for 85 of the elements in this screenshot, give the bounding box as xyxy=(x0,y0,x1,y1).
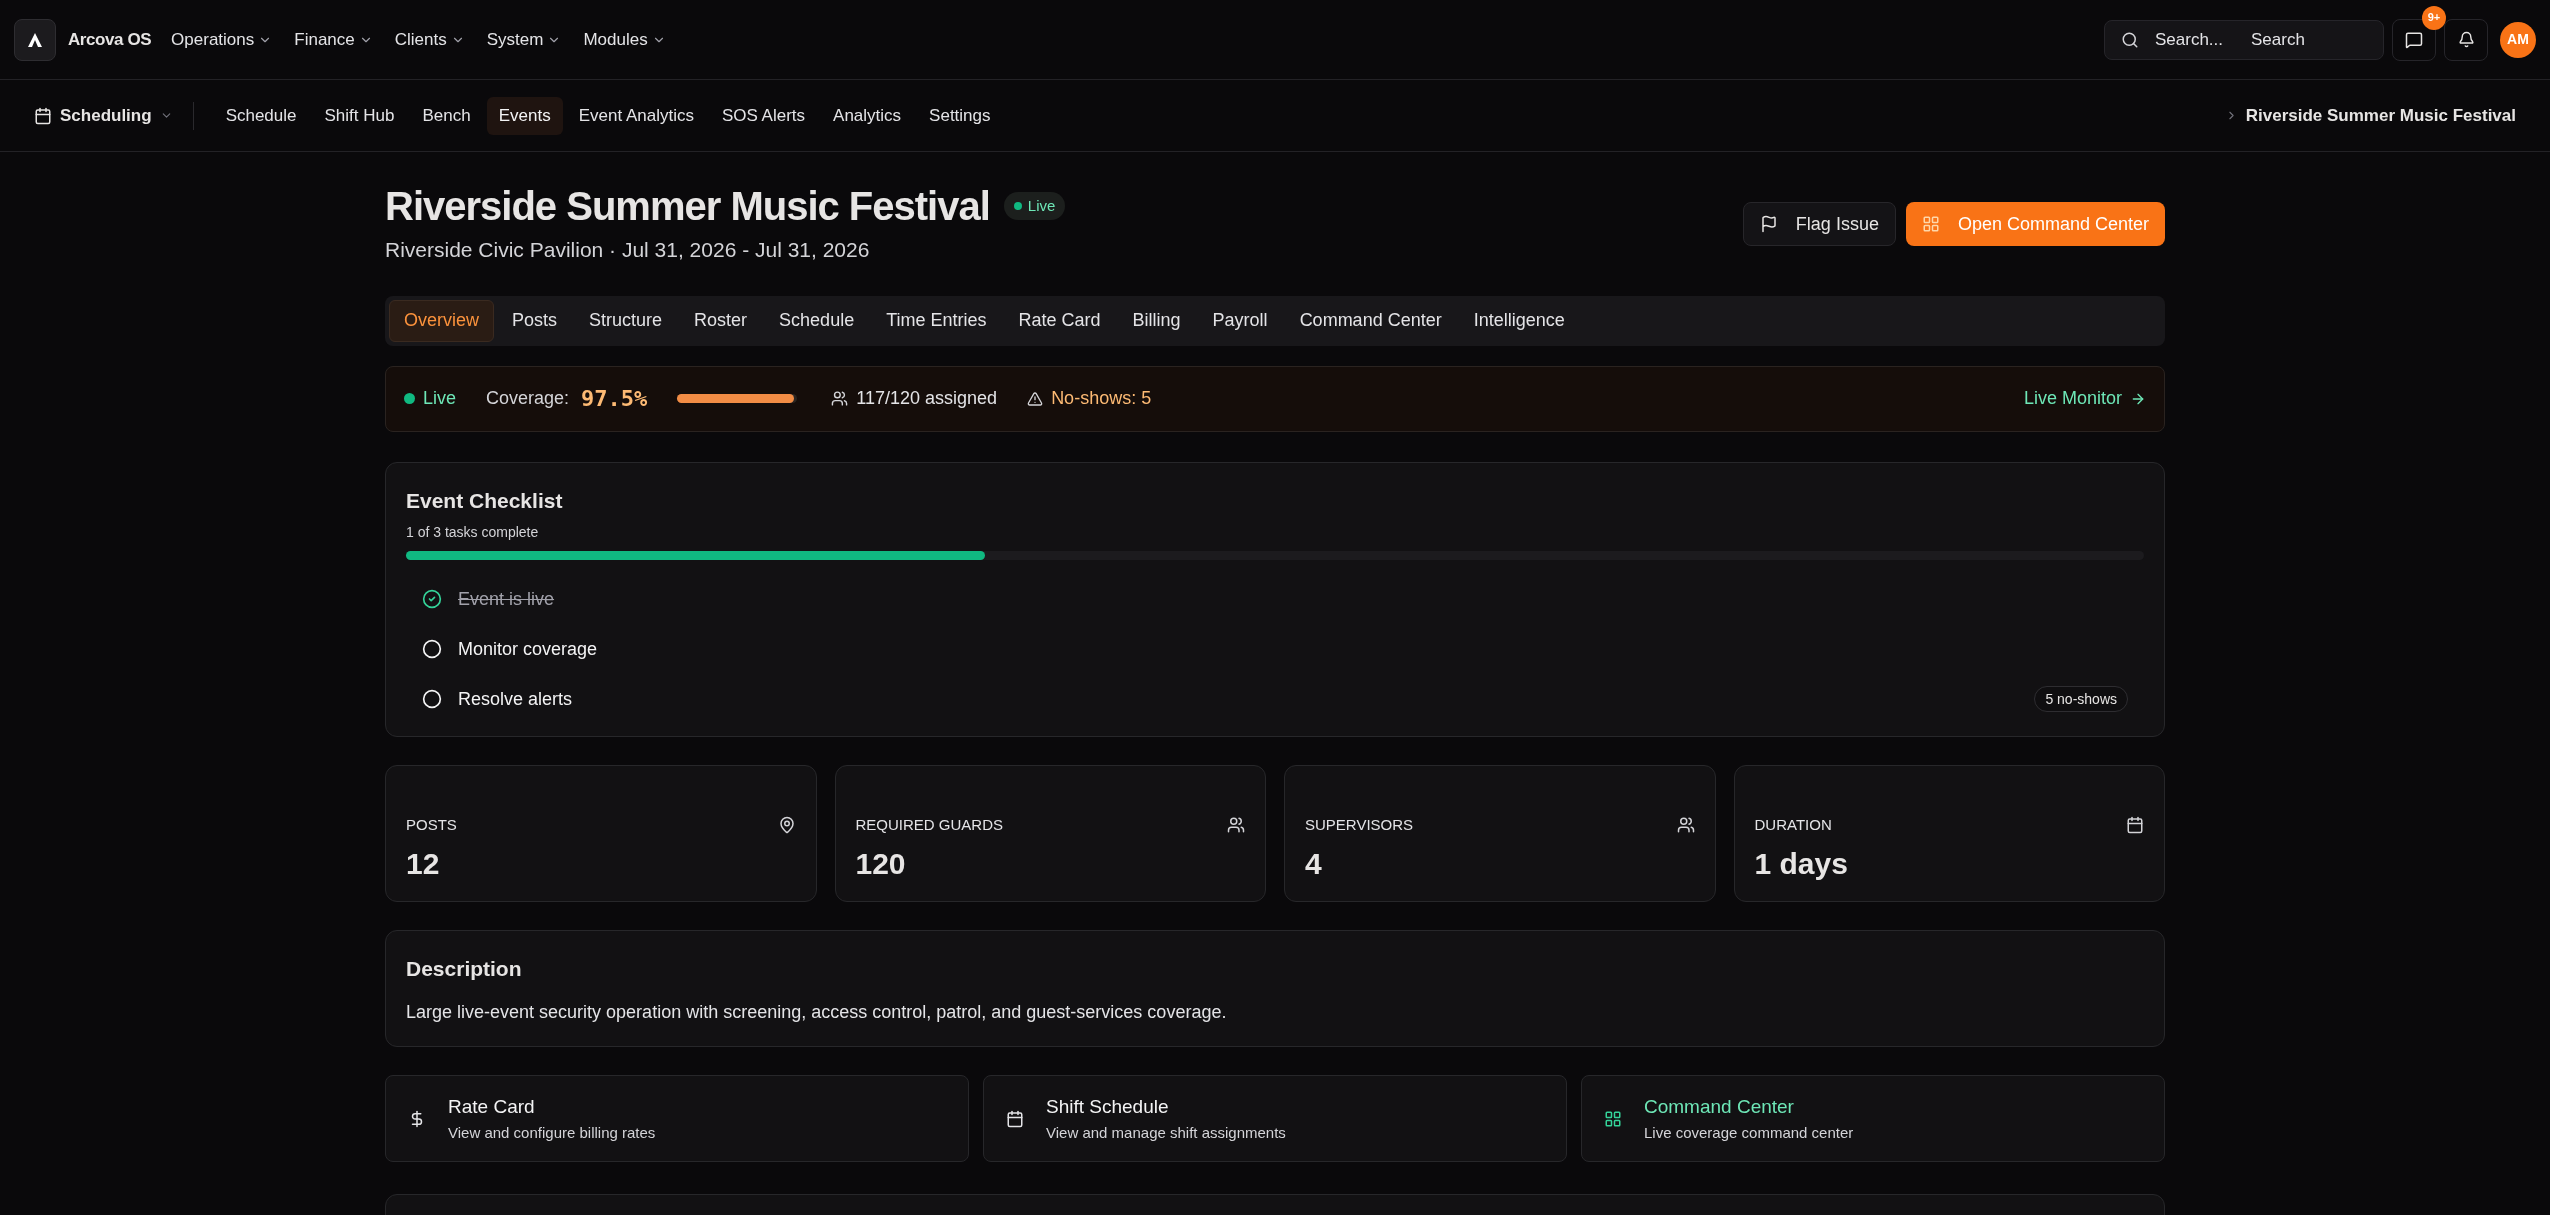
coverage-value: 97.5% xyxy=(581,385,648,413)
tab[interactable]: Time Entries xyxy=(872,299,1001,342)
shortcut-card[interactable]: Shift Schedule View and manage shift assignments xyxy=(983,1075,1567,1162)
card-title: Description xyxy=(406,956,523,982)
notifications-button[interactable] xyxy=(2444,18,2488,61)
stat-value: 120 xyxy=(855,845,907,882)
search-hint: Search xyxy=(2251,28,2305,51)
search-field[interactable]: Search... Search xyxy=(2104,19,2384,60)
tab[interactable]: Roster xyxy=(680,299,762,342)
logo-icon[interactable] xyxy=(14,18,56,61)
shortcut-title: Rate Card xyxy=(448,1095,536,1119)
subnav-item[interactable]: Analytics xyxy=(821,96,914,135)
nav-menu[interactable]: Operations xyxy=(165,22,279,57)
empty-circle-icon[interactable] xyxy=(422,689,442,709)
stat-label: DURATION xyxy=(1754,815,1832,835)
progress-text: 1 of 3 tasks complete xyxy=(406,523,540,542)
calendar-icon xyxy=(2126,816,2144,835)
subnav-item[interactable]: Events xyxy=(486,96,563,135)
subnav-item[interactable]: Bench xyxy=(410,96,483,135)
shortcut-subtitle: View and configure billing rates xyxy=(448,1122,656,1143)
status-badge: Live xyxy=(1003,192,1066,220)
search-input[interactable]: Search... xyxy=(2155,26,2235,53)
stat-value: 4 xyxy=(1305,845,1323,882)
breadcrumb-item[interactable]: Riverside Summer Music Festival xyxy=(2245,102,2516,129)
assigned-count: 117/120 assigned xyxy=(856,387,998,410)
nav-menu[interactable]: Modules xyxy=(577,22,672,57)
description-text: Large live-event security operation with screening, access control, patrol, and guest-services coverage. xyxy=(406,1000,1228,1024)
no-shows-badge: 5 no-shows xyxy=(2034,686,2128,712)
section-menu[interactable]: Scheduling xyxy=(34,102,173,129)
live-monitor-link[interactable]: Live Monitor xyxy=(2023,385,2146,412)
stat-value: 1 days xyxy=(1754,845,1849,882)
stat-label: SUPERVISORS xyxy=(1305,815,1414,835)
brand-name: Arcova OS xyxy=(68,28,152,51)
tab[interactable]: Payroll xyxy=(1198,299,1282,342)
empty-circle-icon[interactable] xyxy=(422,639,442,659)
shortcut-card[interactable]: Command Center Live coverage command center xyxy=(1581,1075,2165,1162)
nav-menu[interactable]: Clients xyxy=(388,22,471,57)
shortcut-subtitle: View and manage shift assignments xyxy=(1046,1122,1286,1143)
event-subtitle: Riverside Civic Pavilion · Jul 31, 2026 - Jul 31, 2026 xyxy=(385,237,871,263)
tab[interactable]: Overview xyxy=(389,299,494,342)
event-title: Riverside Summer Music Festival xyxy=(385,183,990,230)
flag-icon xyxy=(1759,215,1778,233)
shortcut-title: Shift Schedule xyxy=(1046,1095,1170,1119)
stat-label: REQUIRED GUARDS xyxy=(855,815,1004,835)
subnav-item[interactable]: Schedule xyxy=(213,96,309,135)
search-icon xyxy=(2121,30,2139,49)
card-title: Event Checklist xyxy=(406,487,564,514)
calendar-icon xyxy=(34,106,52,125)
shortcut-title: Command Center xyxy=(1644,1095,1795,1119)
chat-icon xyxy=(2405,30,2423,49)
subnav-item[interactable]: SOS Alerts xyxy=(709,96,818,135)
shortcut-card[interactable]: Rate Card View and configure billing rates xyxy=(385,1075,969,1162)
notification-badge: 9+ xyxy=(2422,5,2446,30)
grid-icon xyxy=(1921,215,1940,233)
task-label: Event is live xyxy=(458,587,555,611)
subnav-item[interactable]: Shift Hub xyxy=(312,96,407,135)
stat-label: POSTS xyxy=(406,815,457,835)
tab[interactable]: Structure xyxy=(575,299,677,342)
map-pin-icon xyxy=(777,816,796,835)
flag-issue-button[interactable]: Flag Issue xyxy=(1742,202,1896,246)
subnav-item[interactable]: Event Analytics xyxy=(566,96,706,135)
bell-icon xyxy=(2457,31,2475,48)
stat-value: 12 xyxy=(406,845,441,882)
warning-icon xyxy=(1027,390,1044,407)
tab[interactable]: Schedule xyxy=(765,299,869,342)
nav-menu[interactable]: System xyxy=(480,22,568,57)
people-icon xyxy=(1676,816,1695,835)
coverage-label: Coverage: xyxy=(486,387,570,410)
people-icon xyxy=(1227,816,1245,835)
tab[interactable]: Rate Card xyxy=(1004,299,1115,342)
tab[interactable]: Command Center xyxy=(1285,299,1456,342)
grid-icon xyxy=(1604,1109,1622,1128)
tab[interactable]: Intelligence xyxy=(1459,299,1579,342)
subnav-item[interactable]: Settings xyxy=(917,96,1003,135)
calendar-icon xyxy=(1006,1109,1024,1128)
tab[interactable]: Billing xyxy=(1118,299,1195,342)
people-icon xyxy=(831,390,849,407)
shortcut-subtitle: Live coverage command center xyxy=(1644,1122,1854,1143)
no-shows-count: No-shows: 5 xyxy=(1051,387,1152,410)
task-label: Monitor coverage xyxy=(458,637,598,661)
nav-menu[interactable]: Finance xyxy=(288,22,379,57)
task-label: Resolve alerts xyxy=(458,687,573,711)
check-circle-icon[interactable] xyxy=(422,589,442,609)
live-status: Live xyxy=(404,385,457,412)
tab[interactable]: Posts xyxy=(498,299,572,342)
